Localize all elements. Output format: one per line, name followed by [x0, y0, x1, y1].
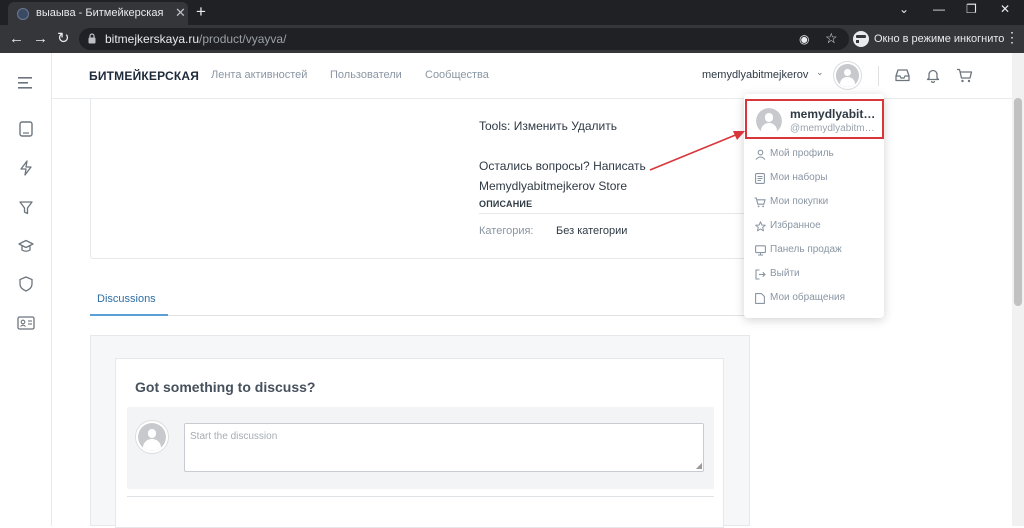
- reload-icon[interactable]: ↻: [57, 30, 70, 48]
- tabs-divider: [168, 315, 750, 316]
- shield-icon[interactable]: [16, 274, 36, 294]
- dropdown-user-handle: @memydlyabitmejkerov: [790, 123, 880, 134]
- site-header: БИТМЕЙКЕРСКАЯ Лента активностей Пользова…: [52, 53, 1012, 99]
- browser-menu-icon[interactable]: ⋮: [1005, 29, 1019, 46]
- incognito-icon: [853, 31, 872, 47]
- inbox-icon[interactable]: [893, 66, 911, 84]
- nav-activity-feed[interactable]: Лента активностей: [211, 69, 307, 81]
- tools-label: Tools:: [479, 119, 511, 133]
- nav-users[interactable]: Пользователи: [330, 69, 402, 81]
- header-username[interactable]: memydlyabitmejkerov: [702, 69, 808, 81]
- avatar-placeholder-icon: [756, 108, 782, 134]
- bell-icon[interactable]: [924, 66, 942, 84]
- delete-link[interactable]: Удалить: [571, 119, 617, 133]
- menu-item-label: Выйти: [770, 268, 800, 279]
- left-rail: [0, 53, 52, 526]
- lightning-icon[interactable]: [16, 158, 36, 178]
- browser-tab[interactable]: выаыва - Битмейкерская ✕: [8, 2, 188, 25]
- cart-icon: [754, 196, 766, 208]
- header-divider: [878, 66, 879, 86]
- menu-item-label: Мои покупки: [770, 196, 829, 207]
- tab-favicon: [17, 8, 29, 20]
- incognito-label: Окно в режиме инкогнито: [874, 33, 1005, 45]
- site-logo[interactable]: БИТМЕЙКЕРСКАЯ: [89, 69, 199, 83]
- tablet-icon[interactable]: [16, 119, 36, 139]
- window-close-icon[interactable]: ✕: [1000, 2, 1010, 16]
- questions-row: Остались вопросы? Написать: [479, 159, 646, 173]
- menu-item-favorites[interactable]: Избранное: [744, 217, 884, 237]
- forward-icon[interactable]: →: [33, 30, 48, 48]
- menu-item-label: Мои наборы: [770, 172, 828, 183]
- menu-item-label: Избранное: [770, 220, 821, 231]
- menu-icon[interactable]: [16, 73, 36, 93]
- eye-off-icon[interactable]: ◉: [799, 32, 809, 46]
- product-info-card: Tools: Изменить Удалить Остались вопросы…: [90, 99, 751, 259]
- menu-item-my-sets[interactable]: Мои наборы: [744, 169, 884, 189]
- star-icon: [754, 220, 766, 232]
- header-avatar[interactable]: [834, 62, 861, 89]
- browser-toolbar: ← → ↻ bitmejkerskaya.ru/product/vyayva/ …: [0, 25, 1024, 53]
- menu-item-my-tickets[interactable]: Мои обращения: [744, 289, 884, 309]
- file-icon: [754, 292, 766, 304]
- nav-communities[interactable]: Сообщества: [425, 69, 489, 81]
- description-divider: [479, 213, 751, 214]
- restore-icon[interactable]: ❐: [966, 2, 977, 16]
- avatar-placeholder-icon: [836, 64, 859, 87]
- compose-area: Start the discussion ◢: [127, 407, 714, 489]
- menu-item-my-purchases[interactable]: Мои покупки: [744, 193, 884, 213]
- minimize-icon[interactable]: —: [933, 2, 945, 16]
- url-text: bitmejkerskaya.ru/product/vyayva/: [105, 32, 287, 46]
- monitor-icon: [754, 244, 766, 256]
- address-bar[interactable]: bitmejkerskaya.ru/product/vyayva/ ◉ ☆: [79, 28, 849, 50]
- incognito-indicator[interactable]: Окно в режиме инкогнито: [853, 29, 1004, 49]
- questions-label: Остались вопросы?: [479, 159, 590, 173]
- category-value: Без категории: [556, 225, 628, 237]
- category-label: Категория:: [479, 225, 534, 237]
- browser-tabstrip: выаыва - Битмейкерская ✕ + ⌄ — ❐ ✕: [0, 0, 1024, 25]
- tab-search-icon[interactable]: ⌄: [899, 2, 909, 16]
- user-icon: [754, 148, 766, 160]
- back-icon[interactable]: ←: [9, 30, 24, 48]
- discussions-card: Got something to discuss? Start the disc…: [90, 335, 750, 528]
- scrollbar-thumb[interactable]: [1014, 98, 1022, 306]
- new-tab-icon[interactable]: +: [196, 2, 206, 22]
- tab-title: выаыва - Битмейкерская: [36, 7, 164, 19]
- description-heading: ОПИСАНИЕ: [479, 199, 533, 209]
- chevron-down-icon[interactable]: ⌄: [816, 67, 824, 78]
- logout-icon: [754, 268, 766, 280]
- compose-avatar: [136, 421, 168, 453]
- id-card-icon[interactable]: [16, 313, 36, 333]
- menu-item-label: Панель продаж: [770, 244, 842, 255]
- store-link[interactable]: Memydlyabitmejkerov Store: [479, 179, 627, 193]
- discussion-compose-panel: Got something to discuss? Start the disc…: [115, 358, 724, 528]
- avatar-placeholder-icon: [138, 423, 166, 451]
- discussion-input[interactable]: Start the discussion ◢: [184, 423, 704, 472]
- user-dropdown-menu: memydlyabitmejkerov @memydlyabitmejkerov…: [744, 94, 884, 318]
- menu-item-logout[interactable]: Выйти: [744, 265, 884, 285]
- bookmark-star-icon[interactable]: ☆: [825, 30, 838, 47]
- discussion-title: Got something to discuss?: [135, 379, 316, 395]
- dropdown-user-name: memydlyabitmejkerov: [790, 107, 880, 121]
- resize-handle-icon[interactable]: ◢: [696, 461, 702, 470]
- lock-icon: [88, 33, 96, 44]
- dropdown-user-card[interactable]: memydlyabitmejkerov @memydlyabitmejkerov: [745, 99, 884, 139]
- edit-link[interactable]: Изменить: [514, 119, 568, 133]
- menu-item-label: Мой профиль: [770, 148, 834, 159]
- tab-discussions[interactable]: Discussions: [97, 293, 156, 305]
- discussion-placeholder: Start the discussion: [190, 431, 278, 442]
- active-tab-underline: [90, 314, 168, 316]
- menu-item-sales-panel[interactable]: Панель продаж: [744, 241, 884, 261]
- dropdown-avatar: [756, 108, 782, 134]
- tools-row: Tools: Изменить Удалить: [479, 119, 617, 133]
- tab-close-icon[interactable]: ✕: [175, 5, 186, 21]
- compose-divider: [127, 496, 714, 497]
- document-icon: [754, 172, 766, 184]
- cart-icon[interactable]: [955, 66, 973, 84]
- graduation-cap-icon[interactable]: [16, 236, 36, 256]
- menu-item-my-profile[interactable]: Мой профиль: [744, 145, 884, 165]
- write-link[interactable]: Написать: [593, 159, 646, 173]
- filter-icon[interactable]: [16, 198, 36, 218]
- menu-item-label: Мои обращения: [770, 292, 845, 303]
